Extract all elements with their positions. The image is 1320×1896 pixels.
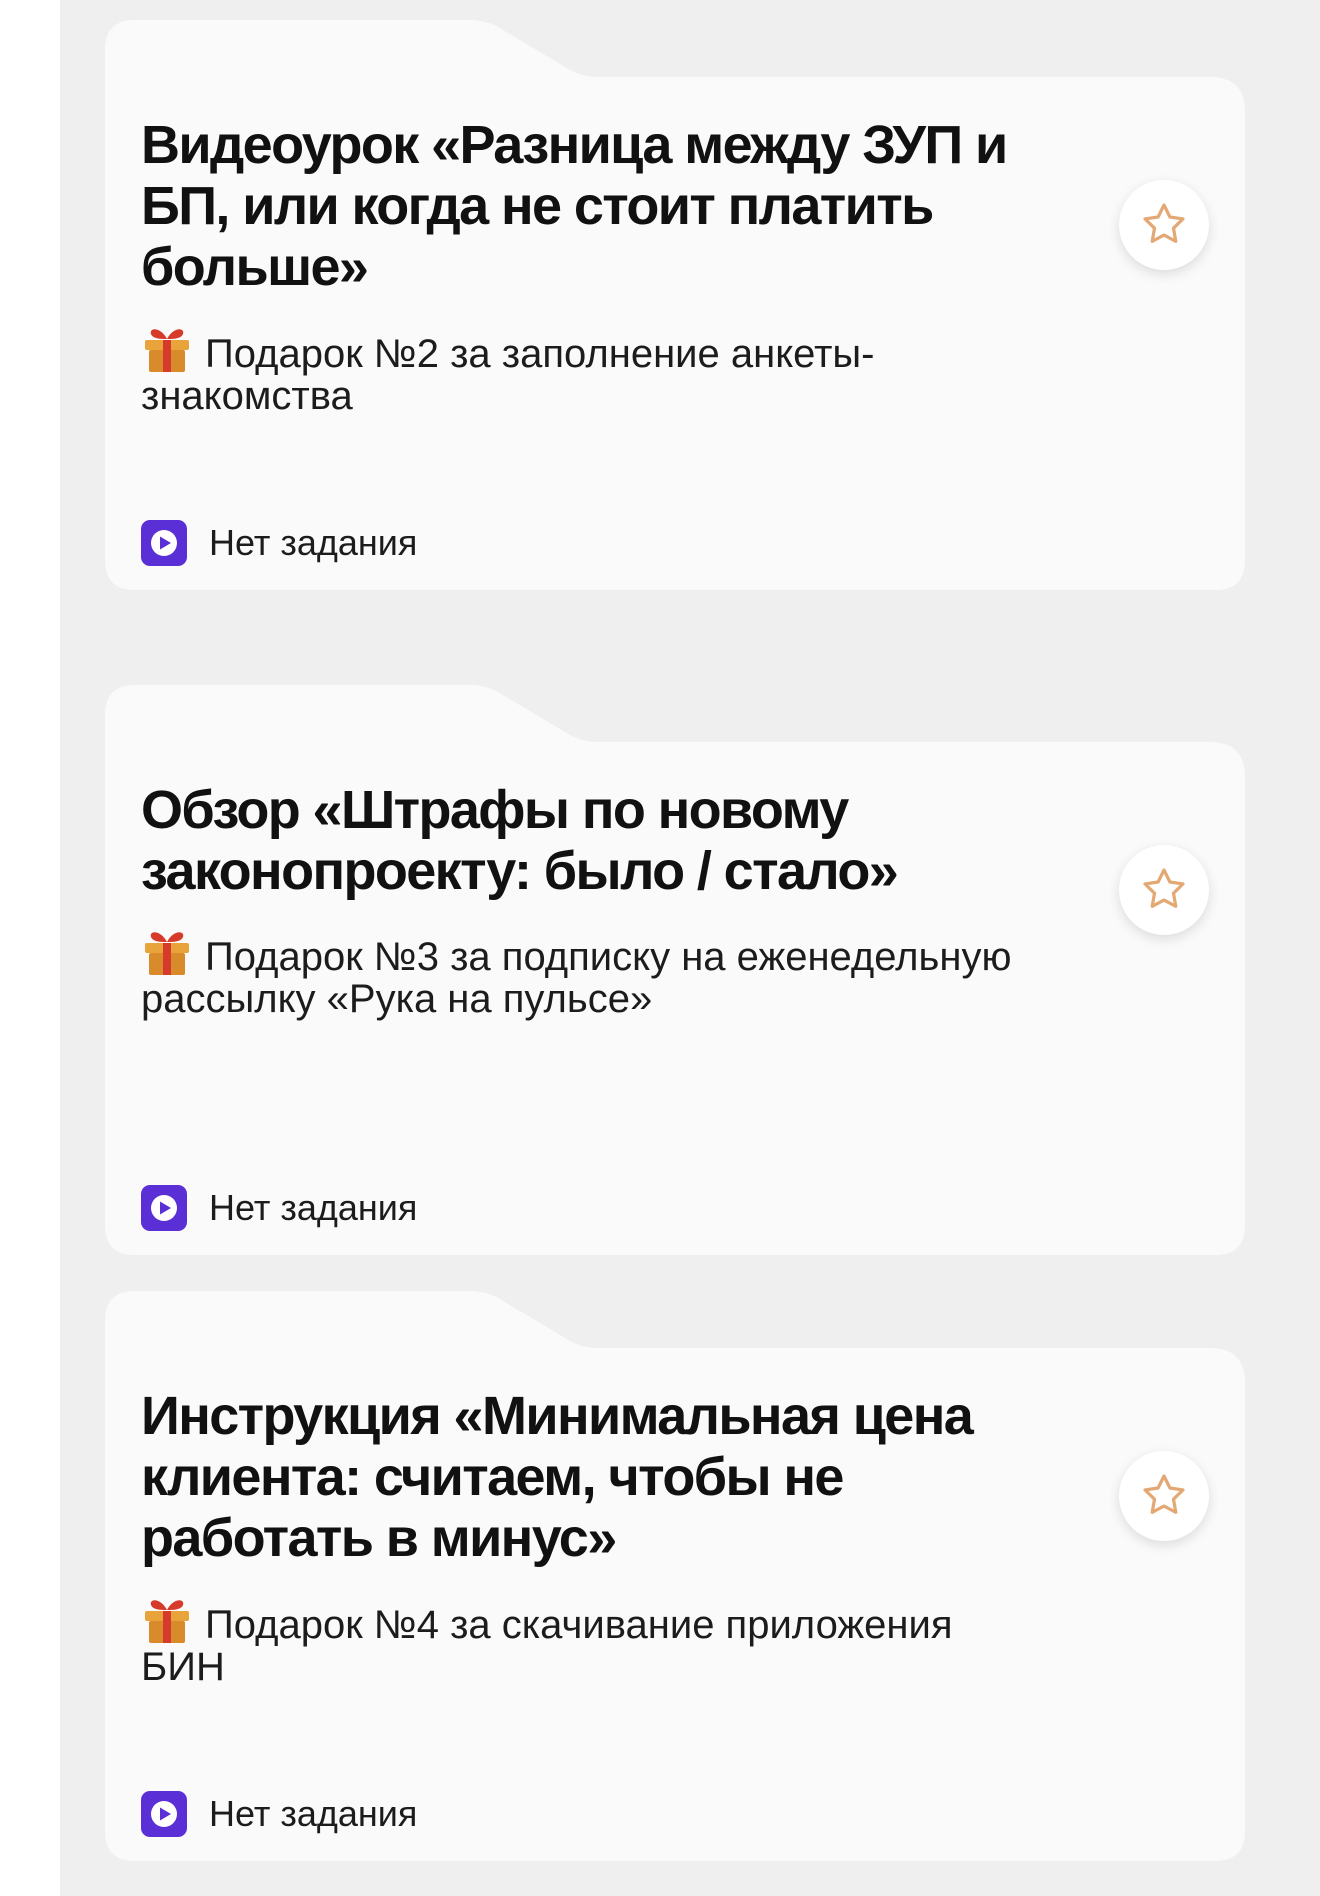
card-title: Обзор «Штрафы по новому законопроекту: б… <box>141 780 899 901</box>
card-subtitle: Подарок №3 за подписку на еженедельную р… <box>141 928 1041 1020</box>
status-label: Нет задания <box>209 1793 418 1834</box>
gift-icon <box>145 932 189 975</box>
status-label: Нет задания <box>209 522 418 563</box>
card-subtitle-text: Подарок №2 за заполнение анкеты-знакомст… <box>141 332 875 418</box>
star-icon <box>1143 203 1185 243</box>
card-status: Нет задания <box>141 520 417 566</box>
gift-icon <box>145 329 189 372</box>
card-status: Нет задания <box>141 1791 417 1837</box>
favorite-button[interactable] <box>1119 845 1209 935</box>
card-subtitle: Подарок №4 за скачивание приложения БИН <box>141 1596 1041 1688</box>
play-icon <box>141 1791 187 1837</box>
card-subtitle-text: Подарок №4 за скачивание приложения БИН <box>141 1603 953 1689</box>
play-icon <box>141 520 187 566</box>
favorite-button[interactable] <box>1119 180 1209 270</box>
favorite-button[interactable] <box>1119 1451 1209 1541</box>
card-subtitle: Подарок №2 за заполнение анкеты-знакомст… <box>141 325 1041 417</box>
card-subtitle-text: Подарок №3 за подписку на еженедельную р… <box>141 935 1012 1021</box>
status-label: Нет задания <box>209 1187 418 1228</box>
play-icon <box>141 1185 187 1231</box>
star-icon <box>1143 868 1185 908</box>
star-icon <box>1143 1474 1185 1514</box>
gift-card[interactable]: Обзор «Штрафы по новому законопроекту: б… <box>105 685 1245 1255</box>
card-title: Инструкция «Минимальная цена клиента: сч… <box>141 1386 974 1568</box>
card-background <box>105 20 1245 590</box>
card-status: Нет задания <box>141 1185 417 1231</box>
card-background <box>105 1291 1245 1861</box>
gift-icon <box>145 1600 189 1643</box>
gift-card[interactable]: Инструкция «Минимальная цена клиента: сч… <box>105 1291 1245 1861</box>
gift-card[interactable]: Видеоурок «Разница между ЗУП и БП, или к… <box>105 20 1245 590</box>
card-title: Видеоурок «Разница между ЗУП и БП, или к… <box>141 115 1008 297</box>
